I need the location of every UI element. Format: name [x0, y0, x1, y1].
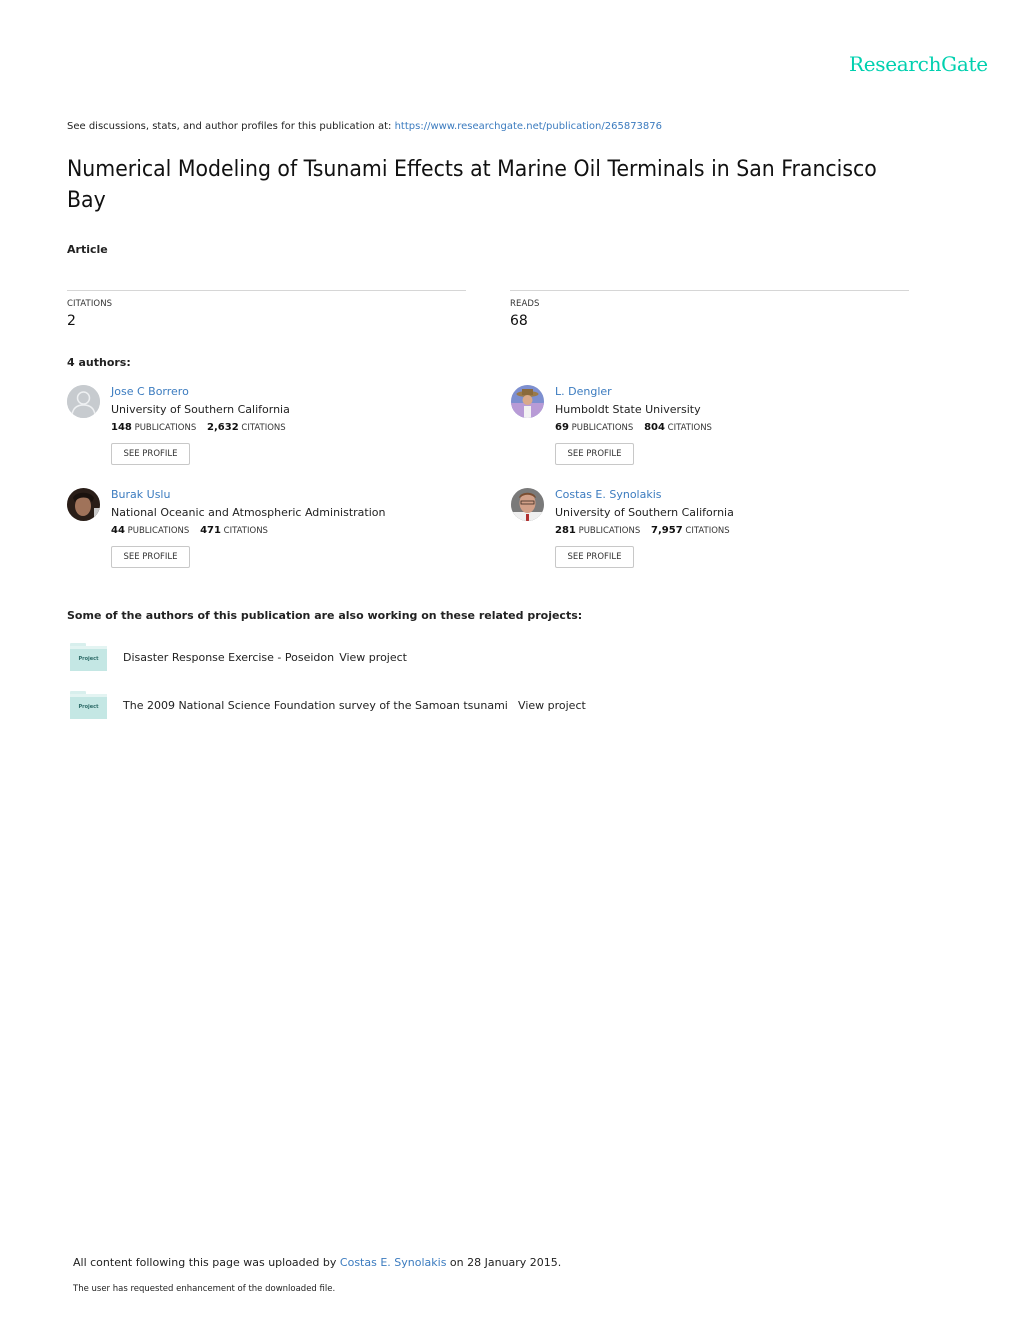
- uploader-link[interactable]: Costas E. Synolakis: [340, 1256, 447, 1269]
- author-card: L. Dengler Humboldt State University 69 …: [511, 385, 931, 475]
- author-name-link[interactable]: L. Dengler: [555, 385, 612, 398]
- author-institution: University of Southern California: [555, 506, 734, 519]
- reads-label: READS: [510, 299, 540, 309]
- publication-type: Article: [67, 243, 108, 256]
- citations-count: 804: [644, 422, 665, 433]
- publication-link-line: See discussions, stats, and author profi…: [67, 121, 662, 132]
- upload-prefix: All content following this page was uplo…: [73, 1256, 337, 1269]
- author-photo-icon[interactable]: [67, 488, 100, 521]
- project-item: Project The 2009 National Science Founda…: [70, 690, 586, 720]
- view-project-link[interactable]: View project: [339, 651, 407, 664]
- author-photo-icon[interactable]: [511, 488, 544, 521]
- publications-count: 148: [111, 422, 132, 433]
- project-folder-icon: Project: [70, 691, 107, 719]
- author-photo-icon[interactable]: [511, 385, 544, 418]
- author-card: Costas E. Synolakis University of Southe…: [511, 488, 931, 578]
- citations-count: 2: [67, 313, 76, 329]
- citations-divider: [67, 290, 466, 291]
- enhancement-note: The user has requested enhancement of th…: [73, 1284, 336, 1294]
- author-institution: University of Southern California: [111, 403, 290, 416]
- citations-label: CITATIONS: [685, 526, 730, 536]
- project-title: The 2009 National Science Foundation sur…: [123, 698, 508, 712]
- publications-count: 281: [555, 525, 576, 536]
- author-name-link[interactable]: Jose C Borrero: [111, 385, 189, 398]
- author-stats: 69 PUBLICATIONS 804 CITATIONS: [555, 422, 712, 433]
- see-profile-button[interactable]: SEE PROFILE: [111, 443, 190, 465]
- reads-divider: [510, 290, 909, 291]
- reads-count: 68: [510, 313, 528, 329]
- publication-title: Numerical Modeling of Tsunami Effects at…: [67, 157, 877, 213]
- project-item: Project Disaster Response Exercise - Pos…: [70, 642, 407, 672]
- project-title: Disaster Response Exercise - Poseidon: [123, 650, 335, 664]
- citations-label: CITATIONS: [67, 299, 113, 309]
- citations-label: CITATIONS: [241, 423, 286, 433]
- author-stats: 44 PUBLICATIONS 471 CITATIONS: [111, 525, 268, 536]
- author-stats: 281 PUBLICATIONS 7,957 CITATIONS: [555, 525, 730, 536]
- author-stats: 148 PUBLICATIONS 2,632 CITATIONS: [111, 422, 286, 433]
- author-card: Jose C Borrero University of Southern Ca…: [67, 385, 487, 475]
- publications-label: PUBLICATIONS: [571, 423, 634, 433]
- citations-label: CITATIONS: [223, 526, 268, 536]
- researchgate-logo[interactable]: ResearchGate: [849, 52, 988, 76]
- publications-count: 44: [111, 525, 125, 536]
- related-projects-heading: Some of the authors of this publication …: [67, 609, 583, 622]
- see-discussions-text: See discussions, stats, and author profi…: [67, 121, 392, 132]
- author-name-link[interactable]: Costas E. Synolakis: [555, 488, 662, 501]
- author-institution: Humboldt State University: [555, 403, 701, 416]
- citations-label: CITATIONS: [667, 423, 712, 433]
- view-project-link[interactable]: View project: [518, 699, 586, 712]
- see-profile-button[interactable]: SEE PROFILE: [555, 546, 634, 568]
- authors-heading: 4 authors:: [67, 356, 131, 369]
- author-name-link[interactable]: Burak Uslu: [111, 488, 170, 501]
- default-avatar-icon[interactable]: [67, 385, 100, 418]
- see-profile-button[interactable]: SEE PROFILE: [555, 443, 634, 465]
- author-institution: National Oceanic and Atmospheric Adminis…: [111, 506, 386, 519]
- upload-info: All content following this page was uplo…: [73, 1256, 561, 1269]
- citations-count: 7,957: [651, 525, 683, 536]
- publications-label: PUBLICATIONS: [127, 526, 190, 536]
- see-profile-button[interactable]: SEE PROFILE: [111, 546, 190, 568]
- project-folder-icon: Project: [70, 643, 107, 671]
- upload-date: on 28 January 2015.: [449, 1256, 562, 1269]
- citations-count: 2,632: [207, 422, 239, 433]
- author-card: Burak Uslu National Oceanic and Atmosphe…: [67, 488, 487, 578]
- citations-count: 471: [200, 525, 221, 536]
- publications-label: PUBLICATIONS: [578, 526, 641, 536]
- publication-url-link[interactable]: https://www.researchgate.net/publication…: [395, 121, 662, 132]
- publications-count: 69: [555, 422, 569, 433]
- publications-label: PUBLICATIONS: [134, 423, 197, 433]
